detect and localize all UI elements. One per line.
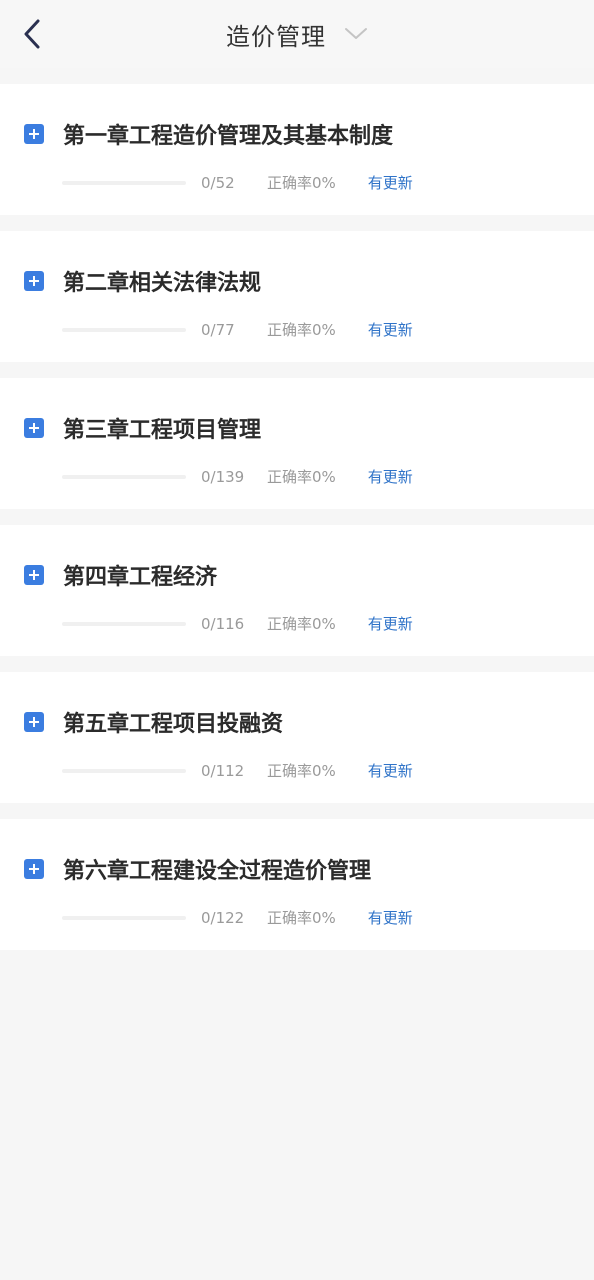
update-link[interactable]: 有更新	[368, 319, 413, 340]
accuracy-rate: 正确率0%	[267, 174, 336, 192]
chapter-card[interactable]: 第六章工程建设全过程造价管理 0/122 正确率0% 有更新	[0, 819, 594, 950]
chapter-stats: 0/52 正确率0% 有更新	[62, 172, 413, 193]
accuracy-rate: 正确率0%	[267, 762, 336, 780]
progress-bar	[62, 915, 186, 920]
chapter-header[interactable]: 第六章工程建设全过程造价管理	[24, 853, 371, 885]
chapter-title: 第二章相关法律法规	[63, 271, 262, 296]
chapter-title: 第四章工程经济	[63, 565, 218, 590]
chapter-title: 第五章工程项目投融资	[63, 712, 284, 737]
question-count: 0/139	[201, 467, 245, 486]
chapter-title: 第六章工程建设全过程造价管理	[63, 859, 372, 884]
update-link[interactable]: 有更新	[368, 613, 413, 634]
question-count: 0/112	[201, 761, 245, 780]
question-count: 0/77	[201, 320, 235, 339]
chapter-title: 第三章工程项目管理	[63, 418, 262, 443]
update-link[interactable]: 有更新	[368, 466, 413, 487]
chapter-stats: 0/116 正确率0% 有更新	[62, 613, 413, 634]
chapter-header[interactable]: 第五章工程项目投融资	[24, 706, 283, 738]
chapter-list: 第一章工程造价管理及其基本制度 0/52 正确率0% 有更新 第二章相关法律法规…	[0, 68, 594, 950]
top-bar: 造价管理	[0, 0, 594, 68]
chapter-card[interactable]: 第四章工程经济 0/116 正确率0% 有更新	[0, 525, 594, 656]
title-dropdown[interactable]: 造价管理	[0, 0, 594, 68]
accuracy-rate: 正确率0%	[267, 615, 336, 633]
expand-plus-icon[interactable]	[24, 418, 44, 438]
chapter-card[interactable]: 第三章工程项目管理 0/139 正确率0% 有更新	[0, 378, 594, 509]
chapter-header[interactable]: 第一章工程造价管理及其基本制度	[24, 118, 393, 150]
accuracy-rate: 正确率0%	[267, 468, 336, 486]
question-count: 0/52	[201, 173, 235, 192]
chapter-card[interactable]: 第一章工程造价管理及其基本制度 0/52 正确率0% 有更新	[0, 84, 594, 215]
expand-plus-icon[interactable]	[24, 565, 44, 585]
expand-plus-icon[interactable]	[24, 712, 44, 732]
chapter-header[interactable]: 第四章工程经济	[24, 559, 217, 591]
update-link[interactable]: 有更新	[368, 907, 413, 928]
chapter-title: 第一章工程造价管理及其基本制度	[63, 124, 394, 149]
progress-bar	[62, 474, 186, 479]
question-count: 0/116	[201, 614, 245, 633]
chapter-header[interactable]: 第二章相关法律法规	[24, 265, 261, 297]
chapter-stats: 0/139 正确率0% 有更新	[62, 466, 413, 487]
progress-bar	[62, 327, 186, 332]
accuracy-rate: 正确率0%	[267, 321, 336, 339]
chapter-stats: 0/112 正确率0% 有更新	[62, 760, 413, 781]
expand-plus-icon[interactable]	[24, 859, 44, 879]
page-title: 造价管理	[226, 22, 326, 51]
expand-plus-icon[interactable]	[24, 124, 44, 144]
chapter-header[interactable]: 第三章工程项目管理	[24, 412, 261, 444]
expand-plus-icon[interactable]	[24, 271, 44, 291]
chapter-card[interactable]: 第五章工程项目投融资 0/112 正确率0% 有更新	[0, 672, 594, 803]
question-count: 0/122	[201, 908, 245, 927]
progress-bar	[62, 621, 186, 626]
progress-bar	[62, 768, 186, 773]
update-link[interactable]: 有更新	[368, 172, 413, 193]
chevron-down-icon	[344, 27, 368, 41]
update-link[interactable]: 有更新	[368, 760, 413, 781]
accuracy-rate: 正确率0%	[267, 909, 336, 927]
chapter-card[interactable]: 第二章相关法律法规 0/77 正确率0% 有更新	[0, 231, 594, 362]
chapter-stats: 0/122 正确率0% 有更新	[62, 907, 413, 928]
chapter-stats: 0/77 正确率0% 有更新	[62, 319, 413, 340]
progress-bar	[62, 180, 186, 185]
